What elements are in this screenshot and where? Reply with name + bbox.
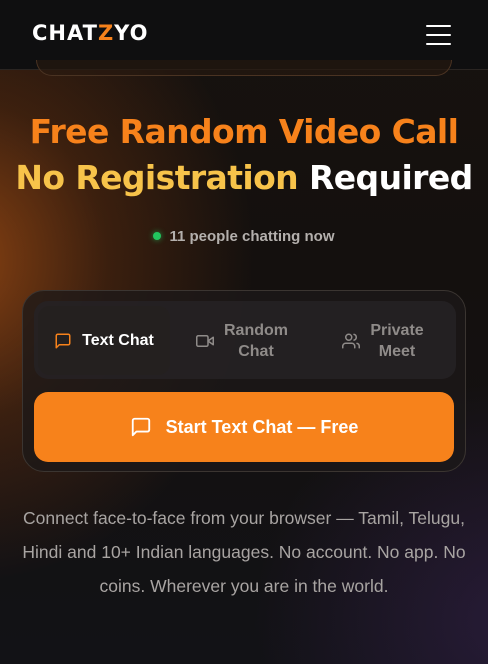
logo-text-part1: CHAT	[32, 21, 98, 45]
brand-logo[interactable]: CHATZYO	[32, 21, 148, 45]
tab-random-chat[interactable]: Random Chat	[176, 306, 308, 375]
tab-text-chat[interactable]: Text Chat	[38, 306, 170, 375]
announcement-strip	[36, 60, 452, 76]
start-text-chat-button[interactable]: Start Text Chat — Free	[34, 392, 454, 462]
hero-title-line2: No Registration Required	[0, 158, 488, 197]
hero-title-rest: Required	[308, 158, 473, 197]
users-icon	[342, 333, 361, 348]
online-count-text: 11 people chatting now	[169, 228, 335, 245]
start-button-label: Start Text Chat — Free	[165, 416, 359, 437]
tab-private-meet[interactable]: Private Meet	[314, 306, 452, 375]
online-dot-icon	[153, 232, 162, 240]
message-square-icon	[131, 417, 150, 437]
logo-text-accent: Z	[97, 21, 115, 45]
tab-text-chat-label: Text Chat	[82, 332, 154, 349]
message-square-icon	[55, 333, 71, 348]
tab-random-chat-label: Random Chat	[224, 321, 288, 360]
hero-title-highlight: No Registration	[15, 158, 299, 197]
page: CHATZYO Free Random Video Call No Regist…	[0, 0, 488, 664]
online-status: 11 people chatting now	[0, 228, 488, 245]
logo-text-part2: YO	[114, 21, 149, 45]
hamburger-menu-icon[interactable]	[426, 24, 451, 46]
hero-description: Connect face-to-face from your browser —…	[22, 508, 466, 596]
video-camera-icon	[196, 334, 214, 347]
hero-title-line1: Free Random Video Call	[29, 112, 459, 151]
tab-private-meet-label: Private Meet	[370, 321, 424, 360]
